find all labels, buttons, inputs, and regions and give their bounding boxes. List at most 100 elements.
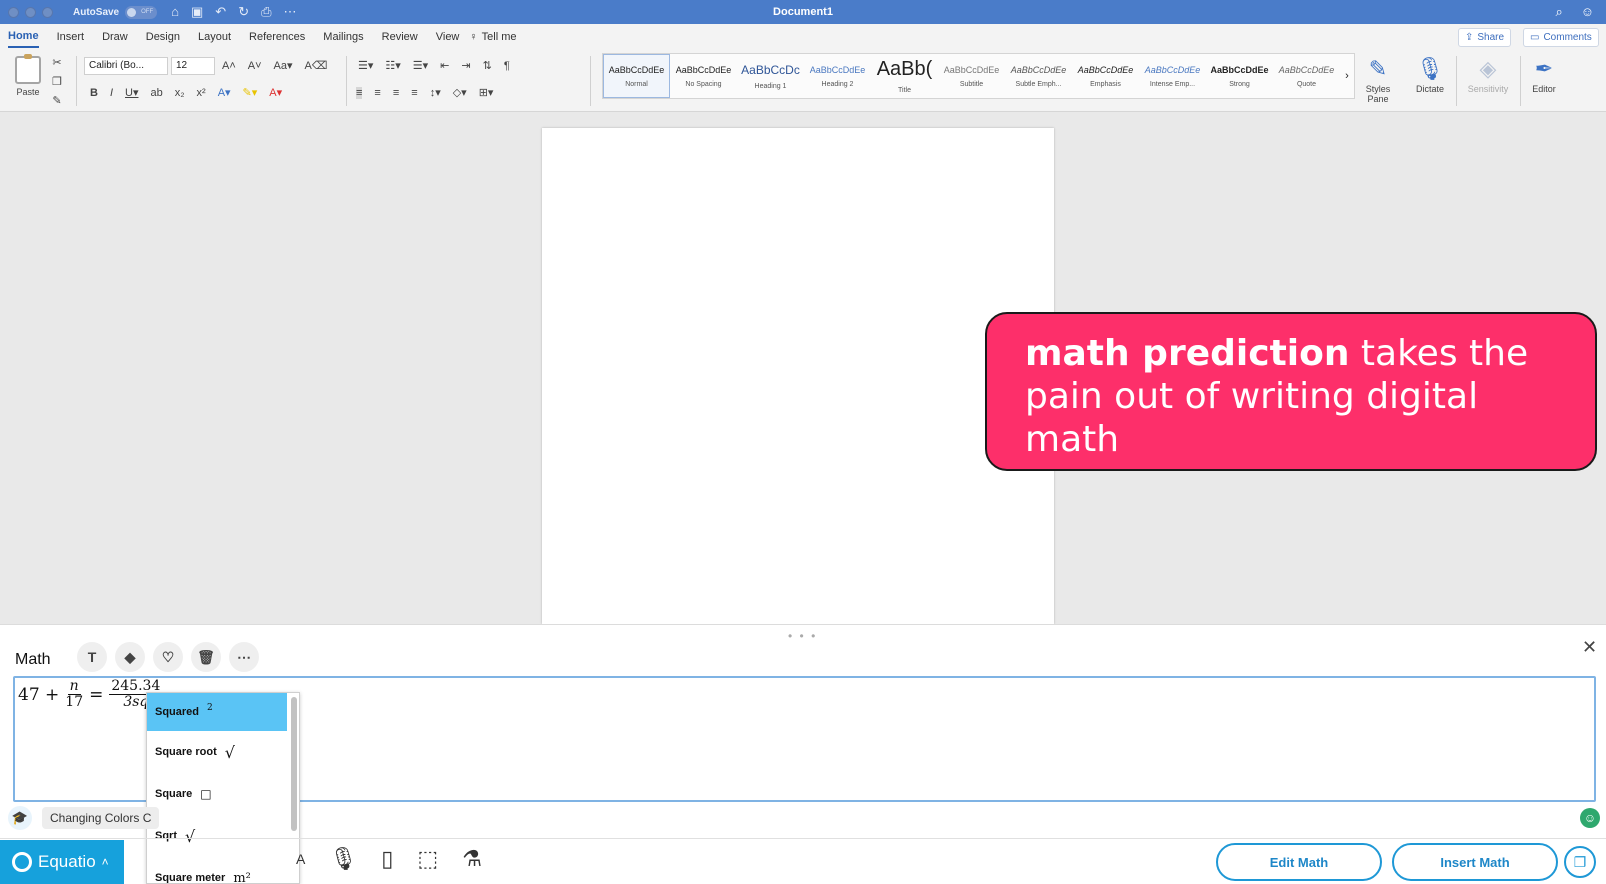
cut-icon[interactable]: ✂ — [52, 56, 61, 69]
align-right-icon[interactable]: ≡ — [393, 87, 399, 99]
tab-home[interactable]: Home — [8, 26, 39, 48]
tab-insert[interactable]: Insert — [57, 27, 85, 47]
home-icon[interactable]: ⌂ — [171, 4, 179, 20]
tab-draw[interactable]: Draw — [102, 27, 128, 47]
document-page[interactable] — [542, 128, 1054, 624]
sensitivity-button[interactable]: ◈ Sensitivity — [1462, 56, 1514, 94]
multilevel-icon[interactable]: ☰▾ — [413, 59, 428, 72]
dictate-button[interactable]: 🎙 Dictate — [1410, 56, 1450, 94]
zoom-window-button[interactable] — [42, 6, 53, 18]
shading-icon[interactable]: ◇▾ — [453, 86, 467, 99]
style-quote[interactable]: AaBbCcDdEe Quote — [1273, 54, 1340, 98]
edit-math-button[interactable]: Edit Math — [1216, 843, 1382, 881]
graduation-cap-icon[interactable]: 🎓 — [8, 806, 32, 830]
numbering-icon[interactable]: ☷▾ — [385, 59, 400, 72]
screenshot-reader-icon[interactable]: ⬚ — [417, 846, 438, 872]
style-strong[interactable]: AaBbCcDdEe Strong — [1206, 54, 1273, 98]
more-options-icon[interactable]: ⋯ — [229, 642, 259, 672]
bullets-icon[interactable]: ☰▾ — [358, 59, 373, 72]
resize-grip-icon[interactable]: • • • — [788, 629, 817, 643]
search-icon[interactable]: ⌕ — [1555, 4, 1562, 20]
suggestion-square[interactable]: Square □ — [147, 773, 287, 815]
paragraph-marks-icon[interactable]: ¶ — [504, 60, 510, 72]
suggestion-squared[interactable]: Squared 2 — [147, 693, 287, 731]
autosave-toggle[interactable]: OFF — [125, 5, 158, 19]
redo-icon[interactable]: ↻ — [238, 4, 249, 20]
tab-view[interactable]: View — [436, 27, 460, 47]
copy-math-icon[interactable]: ❐ — [1564, 846, 1596, 878]
decrease-indent-icon[interactable]: ⇤ — [440, 59, 449, 72]
style-subtitle[interactable]: AaBbCcDdEe Subtitle — [938, 54, 1005, 98]
mobile-icon[interactable]: ▯ — [381, 846, 393, 872]
borders-icon[interactable]: ⊞▾ — [479, 86, 494, 99]
suggestion-square-meter[interactable]: Square meter m² — [147, 857, 287, 884]
styles-more-arrow-icon[interactable]: › — [1340, 54, 1354, 98]
copy-icon[interactable]: ❐ — [52, 75, 62, 88]
style-heading-1[interactable]: AaBbCcDc Heading 1 — [737, 54, 804, 98]
close-icon[interactable]: ✕ — [1582, 637, 1597, 658]
paste-button[interactable]: Paste — [10, 54, 46, 97]
equatio-menu-button[interactable]: Equatio ˄ — [0, 840, 124, 884]
suggestion-sqrt[interactable]: Sqrt √ — [147, 815, 287, 857]
feedback-smiley-icon[interactable]: ☺ — [1580, 808, 1600, 828]
speech-input-icon[interactable]: 🎙 — [329, 846, 357, 872]
fill-color-icon[interactable]: ◆ — [115, 642, 145, 672]
line-spacing-icon[interactable]: ↕▾ — [430, 86, 441, 99]
insert-math-button[interactable]: Insert Math — [1392, 843, 1558, 881]
align-left-icon[interactable]: ≡ — [356, 86, 363, 99]
style-emphasis[interactable]: AaBbCcDdEe Emphasis — [1072, 54, 1139, 98]
font-color-icon[interactable]: A▾ — [269, 86, 282, 99]
underline-icon[interactable]: U▾ — [125, 86, 138, 99]
tab-review[interactable]: Review — [382, 27, 418, 47]
print-icon[interactable]: ⎙ — [261, 4, 271, 20]
superscript-icon[interactable]: x² — [197, 87, 206, 99]
font-name-select[interactable]: Calibri (Bo... — [84, 57, 168, 75]
bold-icon[interactable]: B — [90, 87, 98, 99]
style-no-spacing[interactable]: AaBbCcDdEe No Spacing — [670, 54, 737, 98]
undo-icon[interactable]: ↶ — [215, 4, 226, 20]
tab-design[interactable]: Design — [146, 27, 180, 47]
styles-pane-button[interactable]: ✎ Styles Pane — [1360, 56, 1396, 104]
tab-layout[interactable]: Layout — [198, 27, 231, 47]
subscript-icon[interactable]: x₂ — [175, 87, 185, 99]
text-effects-icon[interactable]: A▾ — [218, 86, 231, 99]
justify-icon[interactable]: ≡ — [411, 87, 417, 99]
tab-mailings[interactable]: Mailings — [323, 27, 363, 47]
close-window-button[interactable] — [8, 6, 19, 18]
editor-button[interactable]: ✒ Editor — [1526, 56, 1562, 94]
hint-chip[interactable]: Changing Colors C — [42, 807, 160, 829]
account-icon[interactable]: ☺ — [1581, 4, 1594, 20]
tab-references[interactable]: References — [249, 27, 305, 47]
suggestion-scrollbar[interactable] — [291, 697, 297, 831]
suggestion-square-root[interactable]: Square root √ — [147, 731, 287, 773]
text-format-icon[interactable]: T — [77, 642, 107, 672]
font-size-select[interactable]: 12 — [171, 57, 215, 75]
more-icon[interactable]: ⋯ — [284, 4, 297, 20]
style-normal[interactable]: AaBbCcDdEe Normal — [603, 54, 670, 98]
favorite-icon[interactable]: ♡ — [153, 642, 183, 672]
clear-format-icon[interactable]: A⌫ — [305, 59, 328, 72]
align-center-icon[interactable]: ≡ — [374, 87, 380, 99]
comments-button[interactable]: ▭ Comments — [1523, 28, 1599, 47]
shrink-font-icon[interactable]: A˅ — [248, 60, 262, 72]
sort-icon[interactable]: ⇅ — [483, 59, 492, 72]
style-heading-2[interactable]: AaBbCcDdEe Heading 2 — [804, 54, 871, 98]
italic-icon[interactable]: I — [110, 87, 113, 99]
delete-icon[interactable]: 🗑 — [191, 642, 221, 672]
suggestion-symbol: □ — [200, 787, 212, 801]
highlight-icon[interactable]: ✎▾ — [243, 86, 258, 99]
minimize-window-button[interactable] — [25, 6, 36, 18]
increase-indent-icon[interactable]: ⇥ — [461, 59, 470, 72]
style-subtle-emphasis[interactable]: AaBbCcDdEe Subtle Emph... — [1005, 54, 1072, 98]
change-case-icon[interactable]: Aa▾ — [274, 59, 293, 72]
style-title[interactable]: AaBb( Title — [871, 54, 938, 98]
share-button[interactable]: ⇪ Share — [1458, 28, 1512, 47]
stem-tools-icon[interactable]: ⚗ — [462, 846, 482, 872]
format-painter-icon[interactable]: ✎ — [52, 94, 61, 107]
tell-me-search[interactable]: ♀ Tell me — [469, 31, 516, 43]
strikethrough-icon[interactable]: ab — [150, 87, 162, 99]
style-intense-emphasis[interactable]: AaBbCcDdEe Intense Emp... — [1139, 54, 1206, 98]
save-icon[interactable]: ▣ — [191, 4, 203, 20]
grow-font-icon[interactable]: A˄ — [222, 60, 236, 72]
text-size-icon[interactable]: A — [296, 851, 305, 867]
